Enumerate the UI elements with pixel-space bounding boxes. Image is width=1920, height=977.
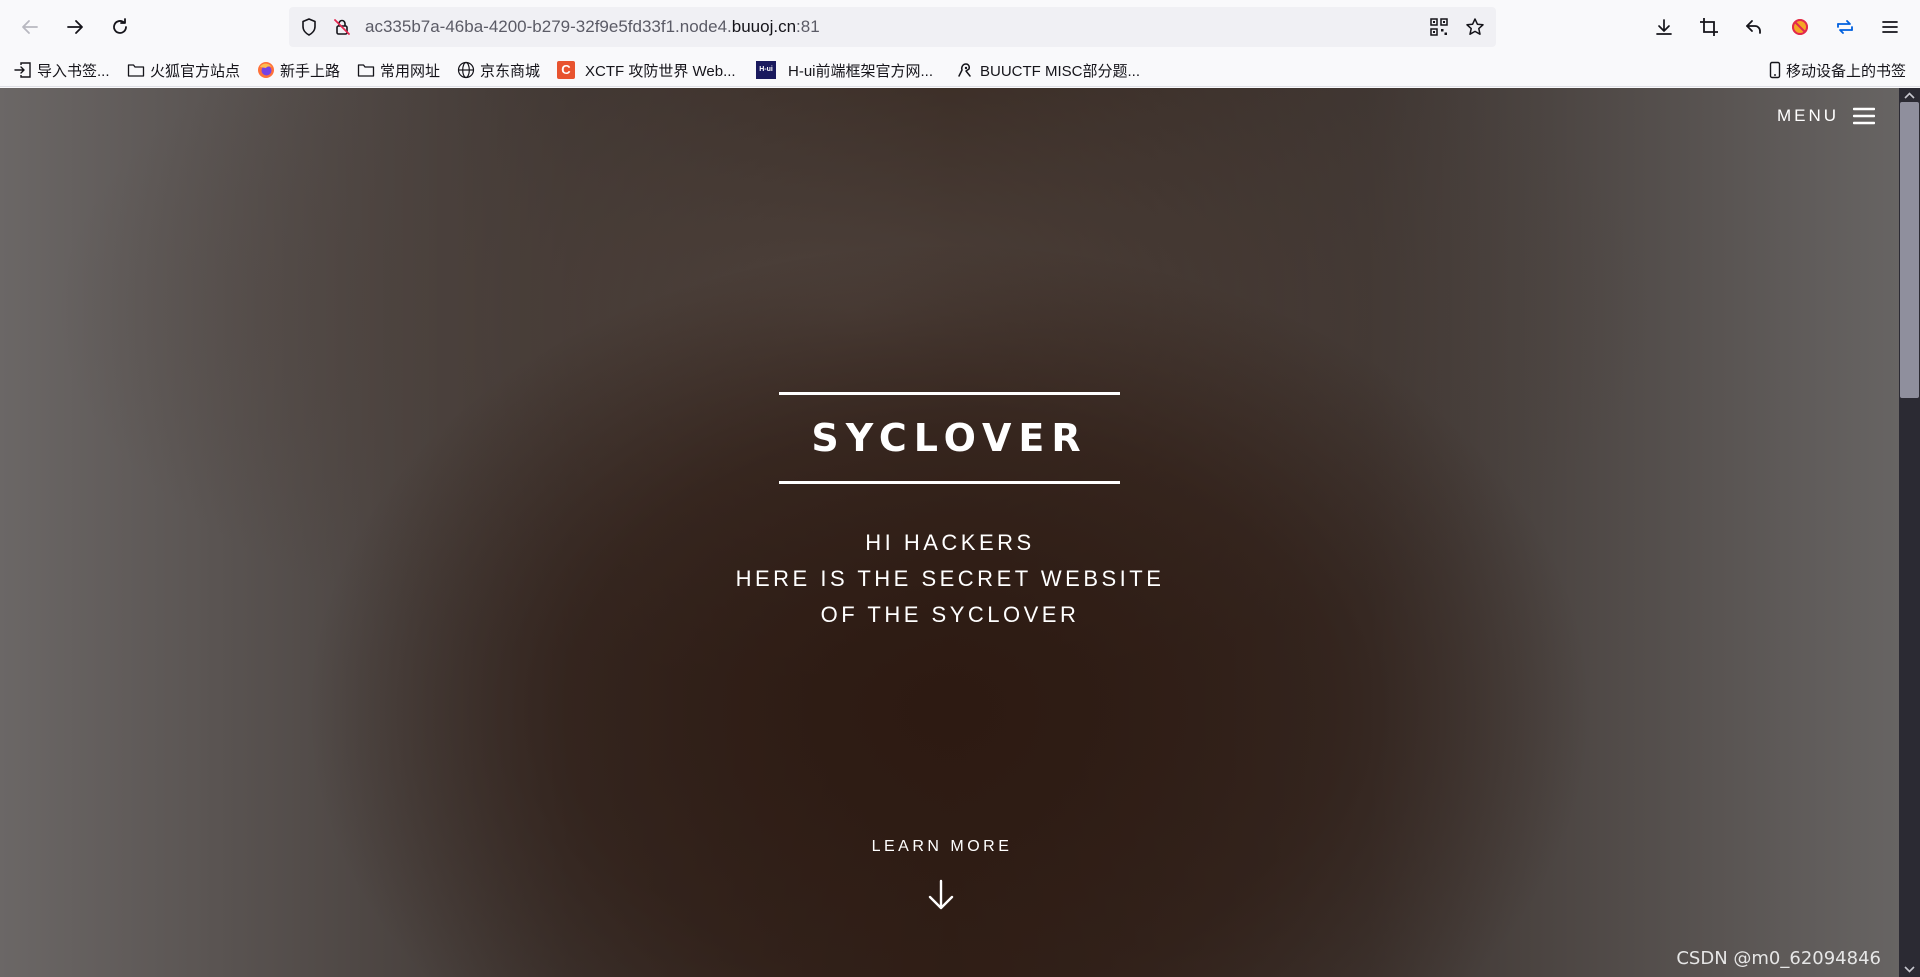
url-port: :81	[796, 17, 820, 36]
bookmark-label: BUUCTF MISC部分题...	[980, 62, 1140, 80]
url-bar[interactable]: ac335b7a-46ba-4200-b279-32f9e5fd33f1.nod…	[289, 7, 1496, 47]
blocked-addon-icon	[1792, 19, 1808, 35]
sync-button[interactable]	[1828, 10, 1862, 44]
page-viewport: MENU SYCLOVER HI HACKERS HERE IS THE SEC…	[0, 88, 1899, 977]
bookmark-label: H-ui前端框架官方网...	[788, 62, 934, 80]
forward-button[interactable]	[58, 10, 92, 44]
hui-icon: H-ui	[756, 61, 776, 79]
arrow-right-icon	[67, 20, 83, 34]
bookmark-mobile[interactable]: 移动设备上的书签	[1766, 59, 1906, 81]
url-text[interactable]: ac335b7a-46ba-4200-b279-32f9e5fd33f1.nod…	[365, 17, 820, 37]
bookmark-label: 火狐官方站点	[150, 62, 241, 80]
addon-button[interactable]	[1783, 10, 1817, 44]
menu-button[interactable]: MENU	[1777, 106, 1875, 126]
bookmark-label: 移动设备上的书签	[1786, 62, 1907, 80]
bookmark-import[interactable]: 导入书签...	[14, 59, 110, 81]
undo-button[interactable]	[1737, 10, 1771, 44]
site-title: SYCLOVER	[811, 416, 1088, 460]
bookmark-common-sites[interactable]: 常用网址	[357, 59, 440, 81]
subtitle-line: HI HACKERS	[865, 530, 1035, 555]
bookmark-xctf[interactable]: C XCTF 攻防世界 Web...	[557, 59, 736, 81]
scroll-down-icon[interactable]	[1902, 963, 1917, 975]
subtitle-line: HERE IS THE SECRET WEBSITE	[735, 566, 1165, 591]
bookmarks-bar: 导入书签... 火狐官方站点 新手上路 常用网址 京东商城 C XCTF 攻防世…	[0, 53, 1920, 87]
bookmark-label: 京东商城	[480, 62, 541, 80]
scrollbar-thumb[interactable]	[1900, 102, 1919, 398]
hero-subtitle: HI HACKERS HERE IS THE SECRET WEBSITE OF…	[640, 525, 1260, 633]
undo-icon	[1746, 20, 1761, 34]
site-title-box: SYCLOVER	[779, 392, 1120, 484]
reload-icon	[113, 18, 127, 34]
app-menu-button[interactable]	[1873, 10, 1907, 44]
menu-icon	[1853, 107, 1875, 125]
hui-badge-text: H-ui	[759, 66, 773, 73]
import-icon	[14, 61, 32, 79]
globe-icon	[457, 61, 475, 79]
bookmark-label: 常用网址	[380, 62, 441, 80]
bookmark-hui[interactable]: H-ui H-ui前端框架官方网...	[756, 59, 933, 81]
shield-icon[interactable]	[299, 17, 319, 37]
folder-icon	[357, 61, 375, 79]
menu-label: MENU	[1776, 106, 1839, 125]
folder-icon	[127, 61, 145, 79]
bookmark-label: XCTF 攻防世界 Web...	[585, 62, 736, 80]
scroll-up-icon[interactable]	[1902, 90, 1917, 102]
buuctf-icon	[957, 61, 975, 79]
firefox-icon	[257, 61, 275, 79]
back-button[interactable]	[13, 10, 47, 44]
download-icon	[1656, 19, 1672, 35]
mobile-device-icon	[1766, 61, 1784, 79]
sync-icon	[1837, 20, 1853, 34]
reload-button[interactable]	[103, 10, 137, 44]
csdn-watermark: CSDN @m0_62094846	[1676, 948, 1881, 969]
xctf-icon: C	[557, 61, 575, 79]
screenshot-button[interactable]	[1692, 10, 1726, 44]
page-scrollbar[interactable]	[1899, 88, 1920, 977]
url-host: buuoj.cn	[731, 17, 797, 36]
insecure-lock-icon[interactable]	[332, 17, 352, 37]
bookmark-label: 新手上路	[280, 62, 341, 80]
hamburger-icon	[1882, 21, 1898, 33]
bookmark-getting-started[interactable]: 新手上路	[257, 59, 340, 81]
browser-toolbar: ac335b7a-46ba-4200-b279-32f9e5fd33f1.nod…	[0, 0, 1920, 53]
bookmark-jd[interactable]: 京东商城	[457, 59, 540, 81]
arrow-down-icon[interactable]	[925, 878, 957, 912]
bookmark-buuctf[interactable]: BUUCTF MISC部分题...	[957, 59, 1140, 81]
bookmark-label: 导入书签...	[37, 62, 110, 80]
bookmark-firefox-official[interactable]: 火狐官方站点	[127, 59, 240, 81]
xctf-badge-text: C	[561, 62, 571, 77]
hero-section: MENU SYCLOVER HI HACKERS HERE IS THE SEC…	[0, 88, 1899, 977]
downloads-button[interactable]	[1647, 10, 1681, 44]
crop-icon	[1700, 18, 1718, 36]
url-prefix: ac335b7a-46ba-4200-b279-32f9e5fd33f1.nod…	[365, 17, 732, 36]
star-icon[interactable]	[1465, 17, 1485, 37]
qr-code-icon[interactable]	[1429, 17, 1449, 37]
learn-more-link[interactable]: LEARN MORE	[842, 838, 1042, 856]
arrow-left-icon	[22, 20, 38, 34]
subtitle-line: OF THE SYCLOVER	[820, 602, 1080, 627]
